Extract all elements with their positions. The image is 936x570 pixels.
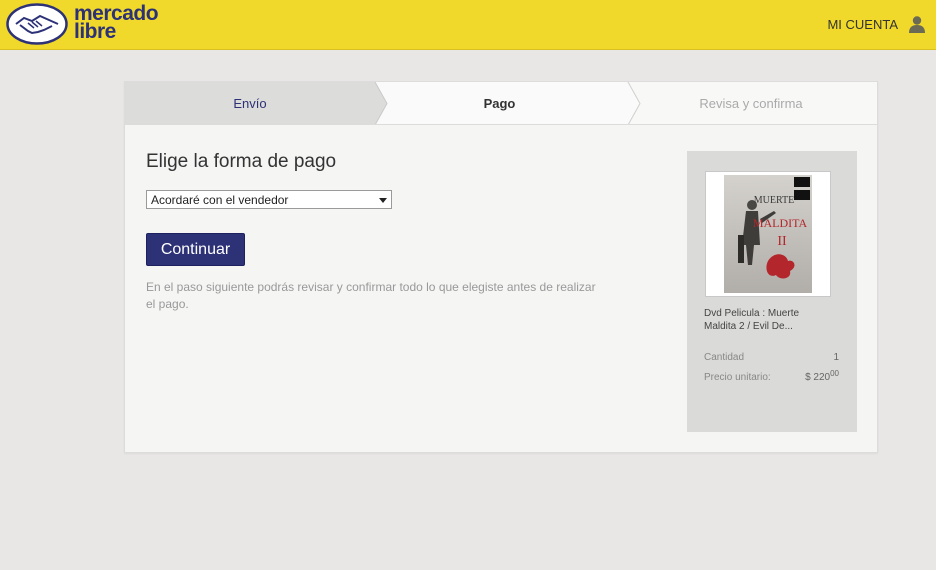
cover-title-line-1: MUERTE — [754, 195, 795, 206]
unit-price-row: Precio unitario: $ 22000 — [704, 369, 839, 383]
payment-info-text: En el paso siguiente podrás revisar y co… — [146, 280, 596, 311]
step-envio[interactable]: Envío — [125, 82, 375, 125]
product-thumbnail[interactable]: MUERTE MALDITA II — [705, 171, 831, 297]
quantity-row: Cantidad 1 — [704, 352, 839, 363]
checkout-card: Envío Pago Revisa y confirma Elige la fo… — [124, 81, 878, 453]
product-name[interactable]: Dvd Pelicula : Muerte Maldita 2 / Evil D… — [704, 307, 834, 333]
unit-price-label: Precio unitario: — [704, 372, 771, 383]
order-summary: MUERTE MALDITA II Dvd Pelicula : Muerte … — [687, 151, 857, 432]
payment-method-select[interactable]: Acordaré con el vendedor — [146, 190, 392, 209]
brand-line-2: libre — [74, 20, 116, 43]
user-icon[interactable] — [908, 15, 926, 33]
quantity-value: 1 — [833, 352, 839, 363]
mercadolibre-logo[interactable]: mercado libre — [6, 3, 176, 45]
handshake-icon — [6, 3, 68, 45]
quantity-label: Cantidad — [704, 352, 745, 363]
step-revisa-confirma: Revisa y confirma — [699, 96, 803, 111]
unit-price-main: $ 220 — [805, 372, 831, 383]
cover-title-line-2: MALDITA — [753, 216, 808, 230]
account-menu[interactable]: MI CUENTA — [827, 14, 926, 34]
dropdown-arrow-icon — [379, 198, 387, 203]
payment-method-value: Acordaré con el vendedor — [151, 193, 289, 207]
continue-button[interactable]: Continuar — [146, 233, 245, 266]
dvd-cover-image: MUERTE MALDITA II — [724, 175, 812, 293]
account-label[interactable]: MI CUENTA — [827, 17, 898, 32]
top-header: mercado libre MI CUENTA — [0, 0, 936, 50]
payment-title: Elige la forma de pago — [146, 151, 337, 172]
unit-price-cents: 00 — [830, 369, 839, 378]
brand-wordmark: mercado libre — [74, 3, 159, 43]
cover-title-line-3: II — [777, 234, 787, 249]
unit-price-value: $ 22000 — [805, 369, 839, 383]
step-pago: Pago — [483, 96, 516, 111]
checkout-steps: Envío Pago Revisa y confirma — [125, 82, 877, 125]
